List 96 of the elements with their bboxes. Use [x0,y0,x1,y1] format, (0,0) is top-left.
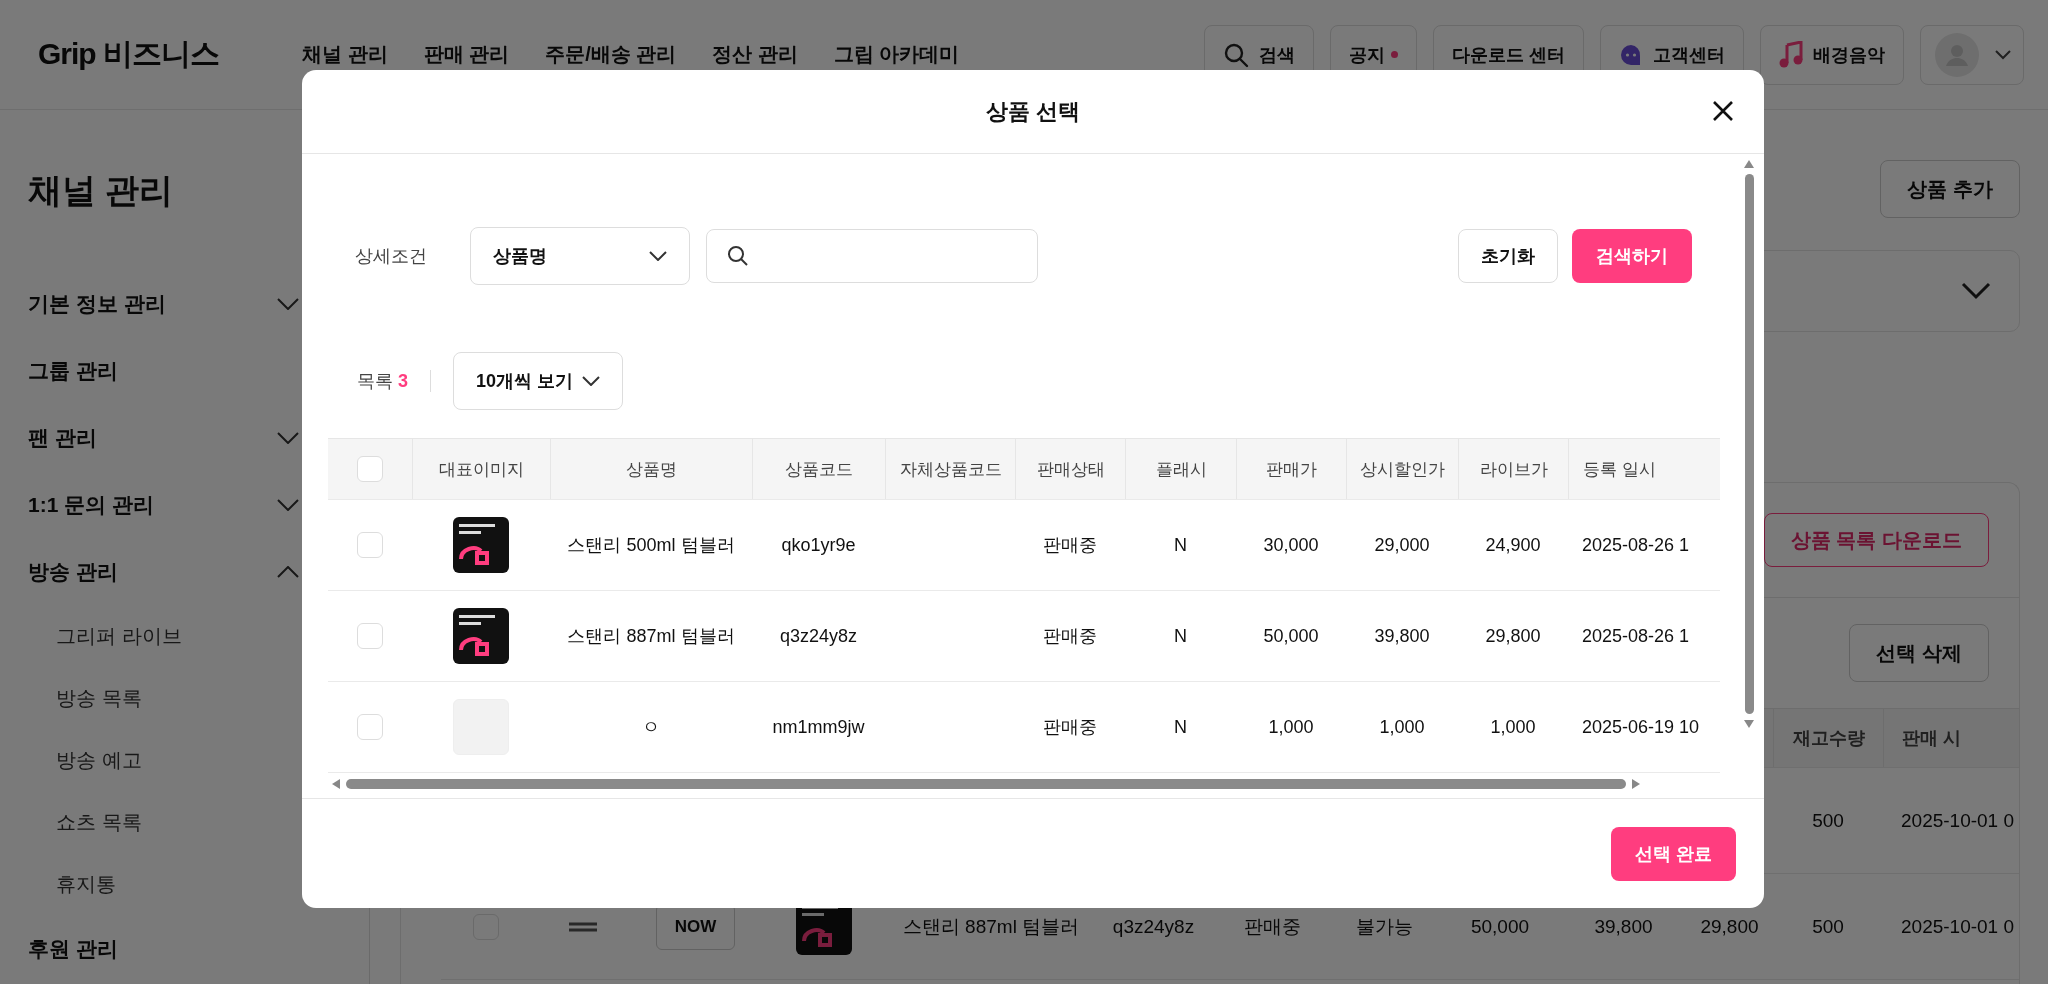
page-size-select[interactable]: 10개씩 보기 [453,352,624,410]
sidebar-subitem[interactable]: 휴지통 [28,853,299,915]
table-cell-text: N [1173,534,1188,556]
table-cell-text: 판매중 [1042,534,1098,557]
table-cell-text: 39,800 [1593,915,1654,938]
scroll-right-icon[interactable] [1632,779,1640,789]
table-cell-text: q3z24y8z [778,625,859,647]
music-button[interactable]: 배경음악 [1760,24,1904,85]
checkbox[interactable] [357,714,383,740]
table-cell-text: q3z24y8z [1111,915,1196,938]
sidebar-subitem[interactable]: 그리퍼 라이브 [28,605,299,667]
table-cell-text: ㅇ [641,716,661,739]
table-cell-text: 2025-08-26 1 [1581,625,1691,647]
table-cell-text: 2025-06-19 10 [1581,716,1701,738]
select-all-checkbox[interactable] [357,456,383,482]
search-field[interactable] [706,229,1038,283]
reset-button[interactable]: 초기화 [1458,229,1558,283]
drag-handle-icon[interactable] [569,921,597,932]
column-header: 라이브가 [1458,439,1568,499]
column-header: 재고수량 [1773,709,1883,767]
table-cell-text: 판매중 [1042,625,1098,648]
search-icon [1223,41,1249,68]
table-cell-text: 1,000 [1267,716,1315,738]
table-cell-text: N [1173,625,1188,647]
filter-label: 상세조건 [355,245,428,268]
dialog-title: 상품 선택 [985,97,1081,126]
table-cell-text: 스탠리 887ml 텀블러 [566,625,736,648]
search-icon [727,245,749,267]
table-cell-text: N [1173,716,1188,738]
table-cell-text: 1,000 [1489,716,1537,738]
table-cell-text: 29,800 [1699,915,1760,938]
table-cell-text: 판매중 [1042,716,1098,739]
download-list-button[interactable]: 상품 목록 다운로드 [1763,513,1989,567]
chevron-down-icon [1995,49,2011,60]
music-note-icon [1779,40,1803,69]
table-cell-text: 39,800 [1373,625,1431,647]
column-header: 판매 시 [1883,709,2019,767]
table-cell-text: 2025-10-01 0 [1900,915,2016,938]
column-header: 플래시 [1125,439,1236,499]
column-header: 상품코드 [752,439,885,499]
nav-link[interactable]: 판매 관리 [423,41,510,68]
scroll-left-icon[interactable] [332,779,340,789]
column-header: 상품명 [550,439,752,499]
sidebar-item[interactable]: 후원 관리 [28,915,299,982]
confirm-button[interactable]: 선택 완료 [1611,826,1736,881]
chat-icon [1619,42,1643,67]
chevron-down-icon[interactable] [1961,282,1991,300]
table-cell-text: 24,900 [1484,534,1542,556]
nav-link[interactable]: 채널 관리 [302,41,388,68]
table-cell-text: qko1yr9e [780,534,857,556]
list-count: 목록 3 [357,370,409,393]
table-cell-text: 50,000 [1469,915,1531,938]
nav-link[interactable]: 그립 아카데미 [833,41,960,68]
sidebar-item[interactable]: 팬 관리 [28,404,299,471]
column-header: 판매상태 [1015,439,1125,499]
column-header: 자체상품코드 [885,439,1015,499]
table-cell-text: 50,000 [1262,625,1320,647]
add-product-button[interactable]: 상품 추가 [1880,160,2020,218]
table-cell-text: 스탠리 500ml 텀블러 [566,534,736,557]
condition-select[interactable]: 상품명 [470,227,690,285]
table-cell-text: 판매중 [1243,914,1302,939]
chevron-down-icon [582,376,601,386]
sidebar-subitem[interactable]: 쇼츠 목록 [28,791,299,853]
sidebar-item[interactable]: 방송 관리 [28,538,299,605]
nav-link[interactable]: 정산 관리 [712,41,798,68]
table-cell-text: nm1mm9jw [771,716,866,738]
sidebar-item[interactable]: 그룹 관리 [28,337,299,404]
column-header: 판매가 [1236,439,1346,499]
table-cell-text: 2025-10-01 0 [1900,809,2016,832]
search-button[interactable]: 검색하기 [1572,229,1692,283]
column-header: 상시할인가 [1346,439,1458,499]
sidebar-item[interactable]: 기본 정보 관리 [28,270,299,337]
nav-link[interactable]: 주문/배송 관리 [545,41,677,68]
checkbox[interactable] [357,532,383,558]
scroll-up-icon[interactable] [1744,160,1754,168]
sidebar-subitem[interactable]: 방송 예고 [28,729,299,791]
table-cell-text: 500 [1811,915,1845,938]
checkbox[interactable] [357,623,383,649]
table-cell-text: 스탠리 887ml 텀블러 [901,914,1081,939]
scroll-down-icon[interactable] [1744,720,1754,728]
table-cell-text: 불가능 [1354,914,1414,939]
logo[interactable]: Grip 비즈니스 [38,34,302,75]
table-cell-text: 2025-08-26 1 [1581,534,1691,556]
table-cell-text: 30,000 [1262,534,1320,556]
sidebar-item[interactable]: 1:1 문의 관리 [28,471,299,538]
chevron-down-icon [649,251,667,261]
column-header: 등록 일시 [1568,439,1720,499]
table-cell-text: 29,800 [1484,625,1542,647]
avatar-icon [1935,32,1979,77]
sidebar-title: 채널 관리 [28,170,175,211]
sidebar-subitem[interactable]: 방송 목록 [28,667,299,729]
column-header: 대표이미지 [412,439,550,499]
table-cell-text: 500 [1811,809,1845,832]
table-cell-text: 1,000 [1378,716,1426,738]
delete-selected-button[interactable]: 선택 삭제 [1849,624,1989,682]
table-cell-text: 29,000 [1373,534,1431,556]
